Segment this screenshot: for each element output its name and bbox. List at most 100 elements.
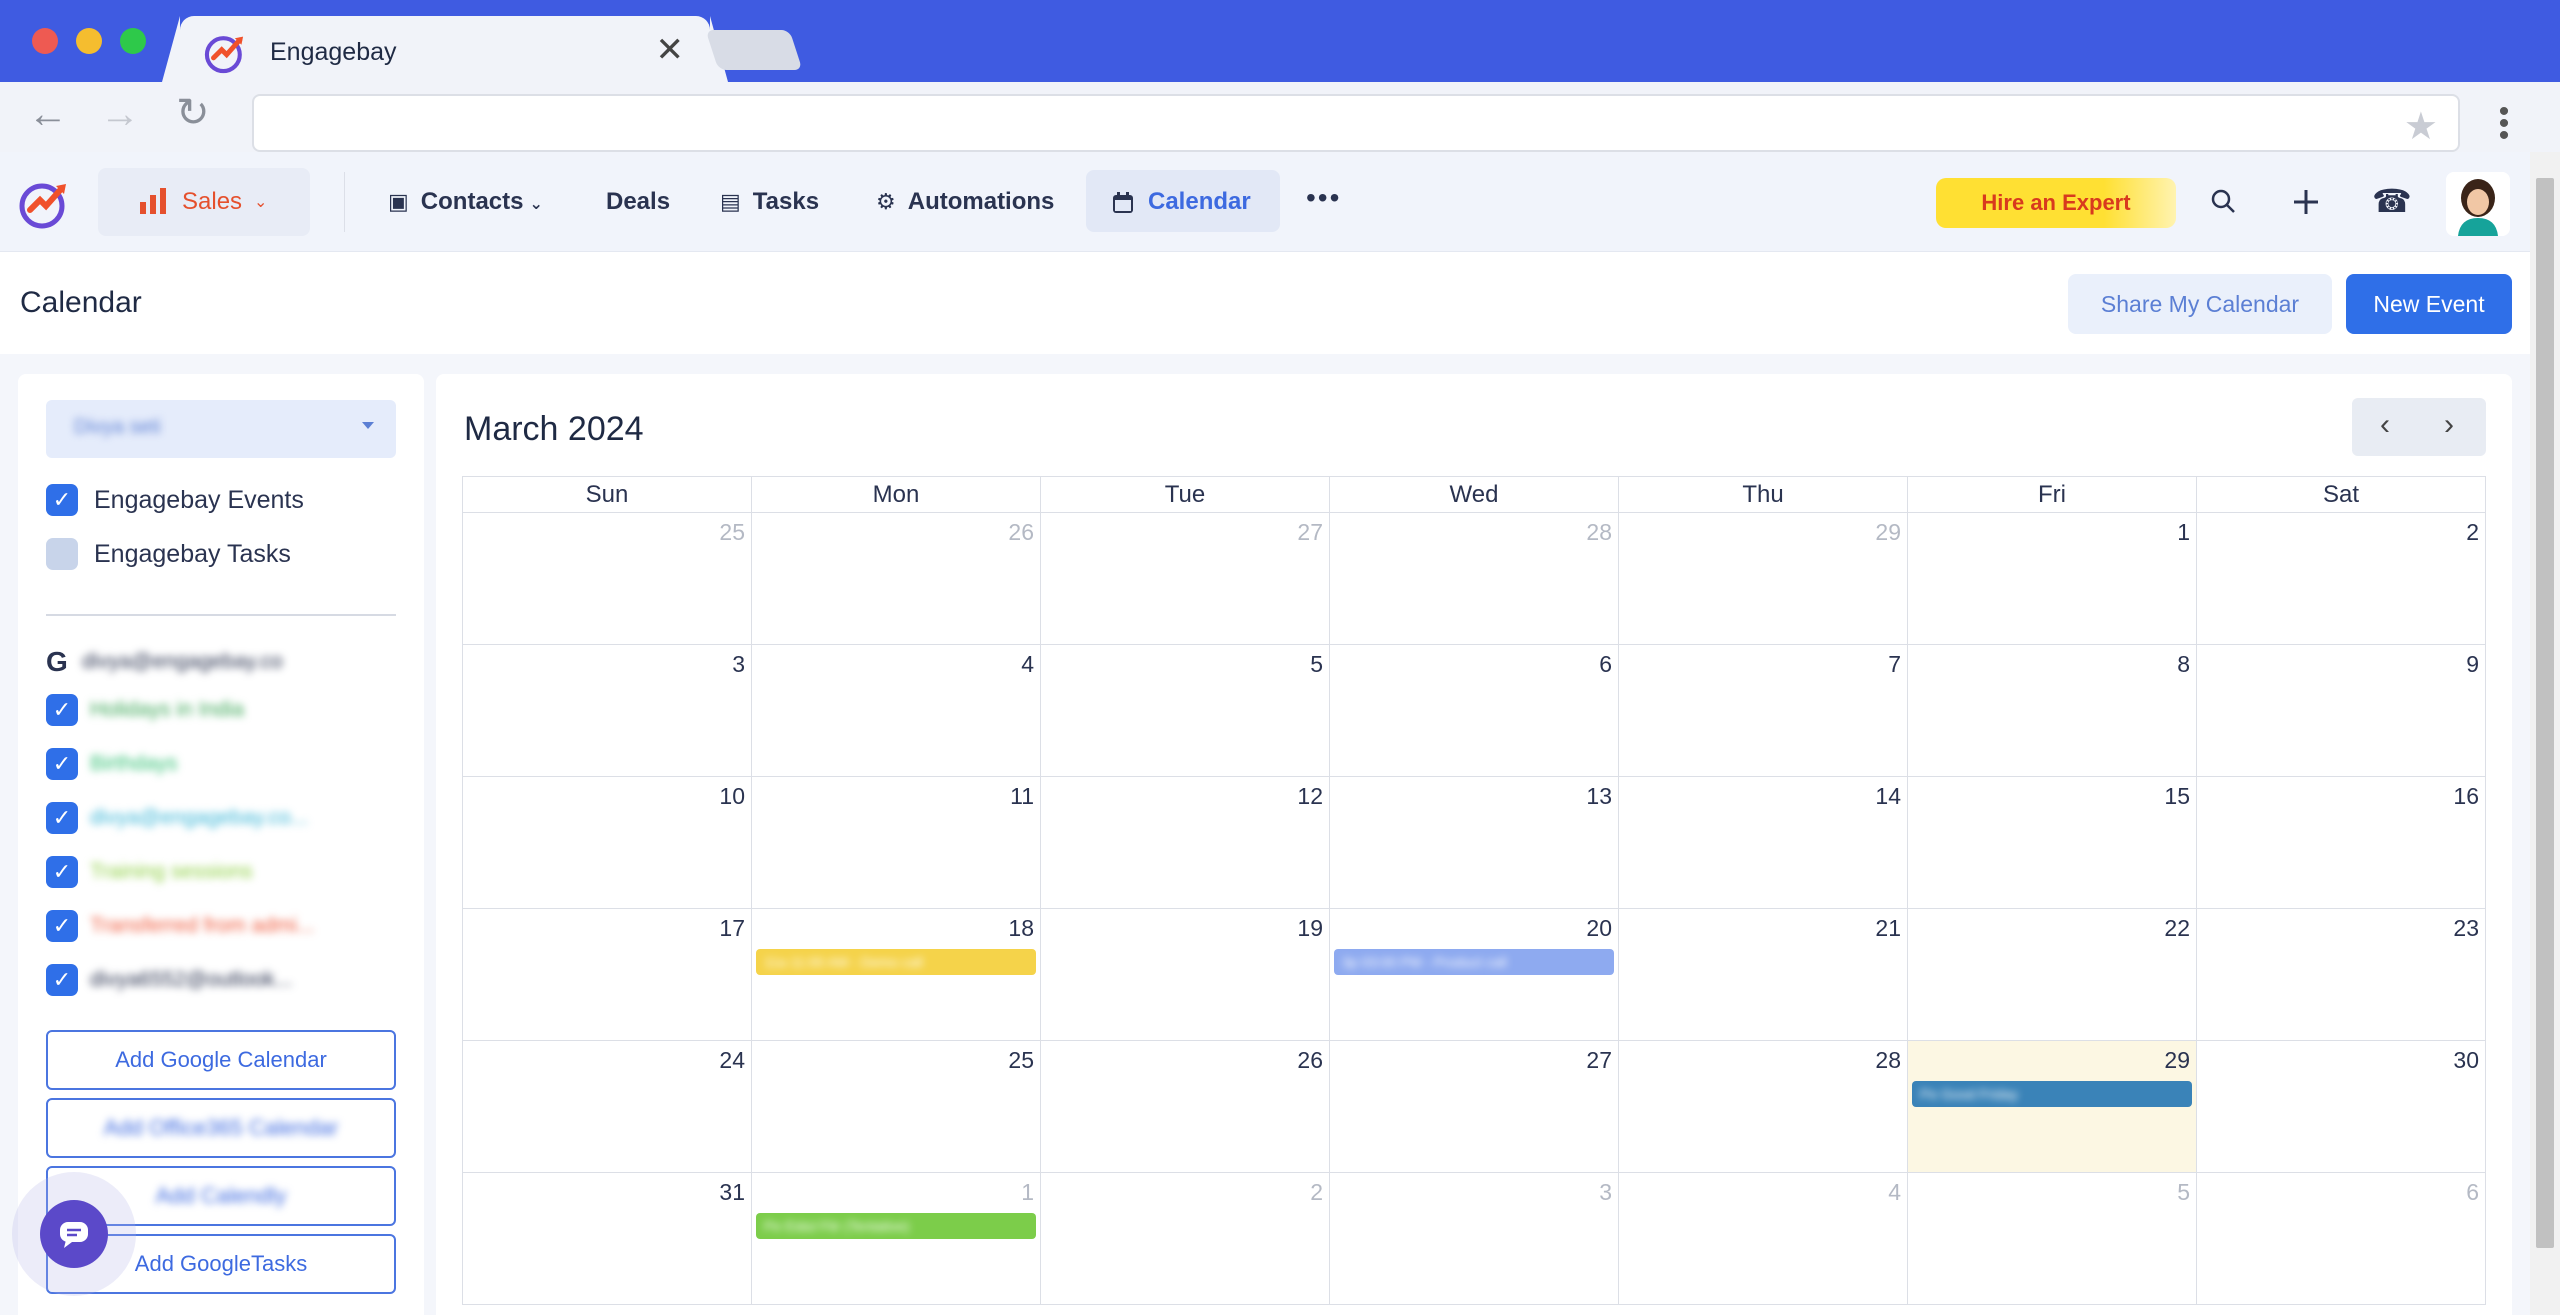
tab-close-icon[interactable]: ✕ xyxy=(656,30,685,70)
day-cell[interactable]: 4 xyxy=(752,645,1041,777)
day-number[interactable]: 9 xyxy=(2466,651,2479,678)
add-office365-calendar-button[interactable]: Add Office365 Calendar xyxy=(46,1098,396,1158)
calendar-event[interactable]: Pe Eidul Fitr (Tentative) xyxy=(756,1213,1036,1239)
minimize-window-dot[interactable] xyxy=(76,28,102,54)
day-number[interactable]: 6 xyxy=(1599,651,1612,678)
day-number[interactable]: 3 xyxy=(1599,1179,1612,1206)
day-number[interactable]: 28 xyxy=(1586,519,1612,546)
day-number[interactable]: 8 xyxy=(2177,651,2190,678)
day-cell[interactable]: 7 xyxy=(1619,645,1908,777)
day-number[interactable]: 25 xyxy=(1008,1047,1034,1074)
day-number[interactable]: 27 xyxy=(1586,1047,1612,1074)
new-event-button[interactable]: New Event xyxy=(2346,274,2512,334)
nav-calendar[interactable]: Calendar xyxy=(1086,170,1280,232)
day-cell[interactable]: 3 xyxy=(1330,1173,1619,1305)
day-cell[interactable]: 2 xyxy=(2197,513,2486,645)
page-scrollbar[interactable] xyxy=(2530,152,2560,1315)
day-cell[interactable]: 6 xyxy=(1330,645,1619,777)
day-cell[interactable]: 21 xyxy=(1619,909,1908,1041)
day-cell[interactable]: 28 xyxy=(1619,1041,1908,1173)
nav-automations[interactable]: ⚙ Automations xyxy=(876,188,1054,216)
day-number[interactable]: 5 xyxy=(2177,1179,2190,1206)
day-number[interactable]: 4 xyxy=(1021,651,1034,678)
day-number[interactable]: 10 xyxy=(719,783,745,810)
day-number[interactable]: 26 xyxy=(1297,1047,1323,1074)
day-number[interactable]: 29 xyxy=(2164,1047,2190,1074)
next-month-icon[interactable]: › xyxy=(2444,408,2454,442)
calendar-event[interactable]: 11a 11:00 AM - Demo call xyxy=(756,949,1036,975)
day-cell-today[interactable]: 29 Pe Good Friday xyxy=(1908,1041,2197,1173)
day-number[interactable]: 19 xyxy=(1297,915,1323,942)
google-calendar-checkbox[interactable]: ✓ xyxy=(46,856,78,888)
day-number[interactable]: 5 xyxy=(1310,651,1323,678)
day-cell[interactable]: 10 xyxy=(463,777,752,909)
day-cell[interactable]: 6 xyxy=(2197,1173,2486,1305)
day-cell[interactable]: 19 xyxy=(1041,909,1330,1041)
day-cell[interactable]: 18 11a 11:00 AM - Demo call xyxy=(752,909,1041,1041)
calendar-event[interactable]: Pe Good Friday xyxy=(1912,1081,2192,1107)
day-cell[interactable]: 13 xyxy=(1330,777,1619,909)
day-cell[interactable]: 2 xyxy=(1041,1173,1330,1305)
day-cell[interactable]: 17 xyxy=(463,909,752,1041)
day-number[interactable]: 14 xyxy=(1875,783,1901,810)
day-cell[interactable]: 23 xyxy=(2197,909,2486,1041)
user-avatar[interactable] xyxy=(2446,172,2510,236)
google-calendar-checkbox[interactable]: ✓ xyxy=(46,748,78,780)
browser-tab-active[interactable]: Engagebay ✕ xyxy=(180,16,710,82)
app-logo-icon[interactable] xyxy=(16,176,72,232)
day-number[interactable]: 12 xyxy=(1297,783,1323,810)
owner-select[interactable]: Divya seti xyxy=(46,400,396,458)
day-number[interactable]: 15 xyxy=(2164,783,2190,810)
plus-icon[interactable] xyxy=(2292,188,2320,216)
day-number[interactable]: 31 xyxy=(719,1179,745,1206)
day-number[interactable]: 2 xyxy=(2466,519,2479,546)
address-bar[interactable]: ★ xyxy=(252,94,2460,152)
day-number[interactable]: 28 xyxy=(1875,1047,1901,1074)
day-cell[interactable]: 28 xyxy=(1330,513,1619,645)
day-number[interactable]: 1 xyxy=(1021,1179,1034,1206)
day-cell[interactable]: 11 xyxy=(752,777,1041,909)
day-number[interactable]: 11 xyxy=(1010,783,1034,810)
day-number[interactable]: 21 xyxy=(1875,915,1901,942)
day-cell[interactable]: 30 xyxy=(2197,1041,2486,1173)
day-cell[interactable]: 24 xyxy=(463,1041,752,1173)
day-cell[interactable]: 20 3p 03:00 PM - Product call xyxy=(1330,909,1619,1041)
nav-deals[interactable]: Deals xyxy=(606,188,670,216)
day-cell[interactable]: 15 xyxy=(1908,777,2197,909)
day-number[interactable]: 24 xyxy=(719,1047,745,1074)
day-number[interactable]: 2 xyxy=(1310,1179,1323,1206)
day-cell[interactable]: 9 xyxy=(2197,645,2486,777)
day-number[interactable]: 22 xyxy=(2164,915,2190,942)
phone-icon[interactable]: ☎ xyxy=(2372,182,2412,220)
day-number[interactable]: 18 xyxy=(1008,915,1034,942)
day-number[interactable]: 16 xyxy=(2453,783,2479,810)
add-google-calendar-button[interactable]: Add Google Calendar xyxy=(46,1030,396,1090)
back-arrow-icon[interactable]: ← xyxy=(28,92,68,137)
new-tab-button[interactable] xyxy=(705,30,803,70)
google-calendar-checkbox[interactable]: ✓ xyxy=(46,964,78,996)
day-number[interactable]: 7 xyxy=(1888,651,1901,678)
day-cell[interactable]: 5 xyxy=(1041,645,1330,777)
google-calendar-checkbox[interactable]: ✓ xyxy=(46,910,78,942)
day-number[interactable]: 29 xyxy=(1875,519,1901,546)
day-number[interactable]: 20 xyxy=(1586,915,1612,942)
nav-tasks[interactable]: ▤ Tasks xyxy=(720,188,819,216)
hire-expert-button[interactable]: Hire an Expert xyxy=(1936,178,2176,228)
share-calendar-button[interactable]: Share My Calendar xyxy=(2068,274,2332,334)
day-number[interactable]: 17 xyxy=(719,915,745,942)
chat-widget[interactable] xyxy=(12,1172,136,1296)
maximize-window-dot[interactable] xyxy=(120,28,146,54)
google-calendar-checkbox[interactable]: ✓ xyxy=(46,802,78,834)
day-number[interactable]: 23 xyxy=(2453,915,2479,942)
day-cell[interactable]: 31 xyxy=(463,1173,752,1305)
day-number[interactable]: 1 xyxy=(2177,519,2190,546)
day-cell[interactable]: 3 xyxy=(463,645,752,777)
day-cell[interactable]: 22 xyxy=(1908,909,2197,1041)
bookmark-star-icon[interactable]: ★ xyxy=(2404,104,2438,149)
reload-icon[interactable]: ↻ xyxy=(176,90,210,136)
calendar-event[interactable]: 3p 03:00 PM - Product call xyxy=(1334,949,1614,975)
day-cell[interactable]: 1 Pe Eidul Fitr (Tentative) xyxy=(752,1173,1041,1305)
day-cell[interactable]: 27 xyxy=(1330,1041,1619,1173)
day-cell[interactable]: 8 xyxy=(1908,645,2197,777)
day-cell[interactable]: 12 xyxy=(1041,777,1330,909)
